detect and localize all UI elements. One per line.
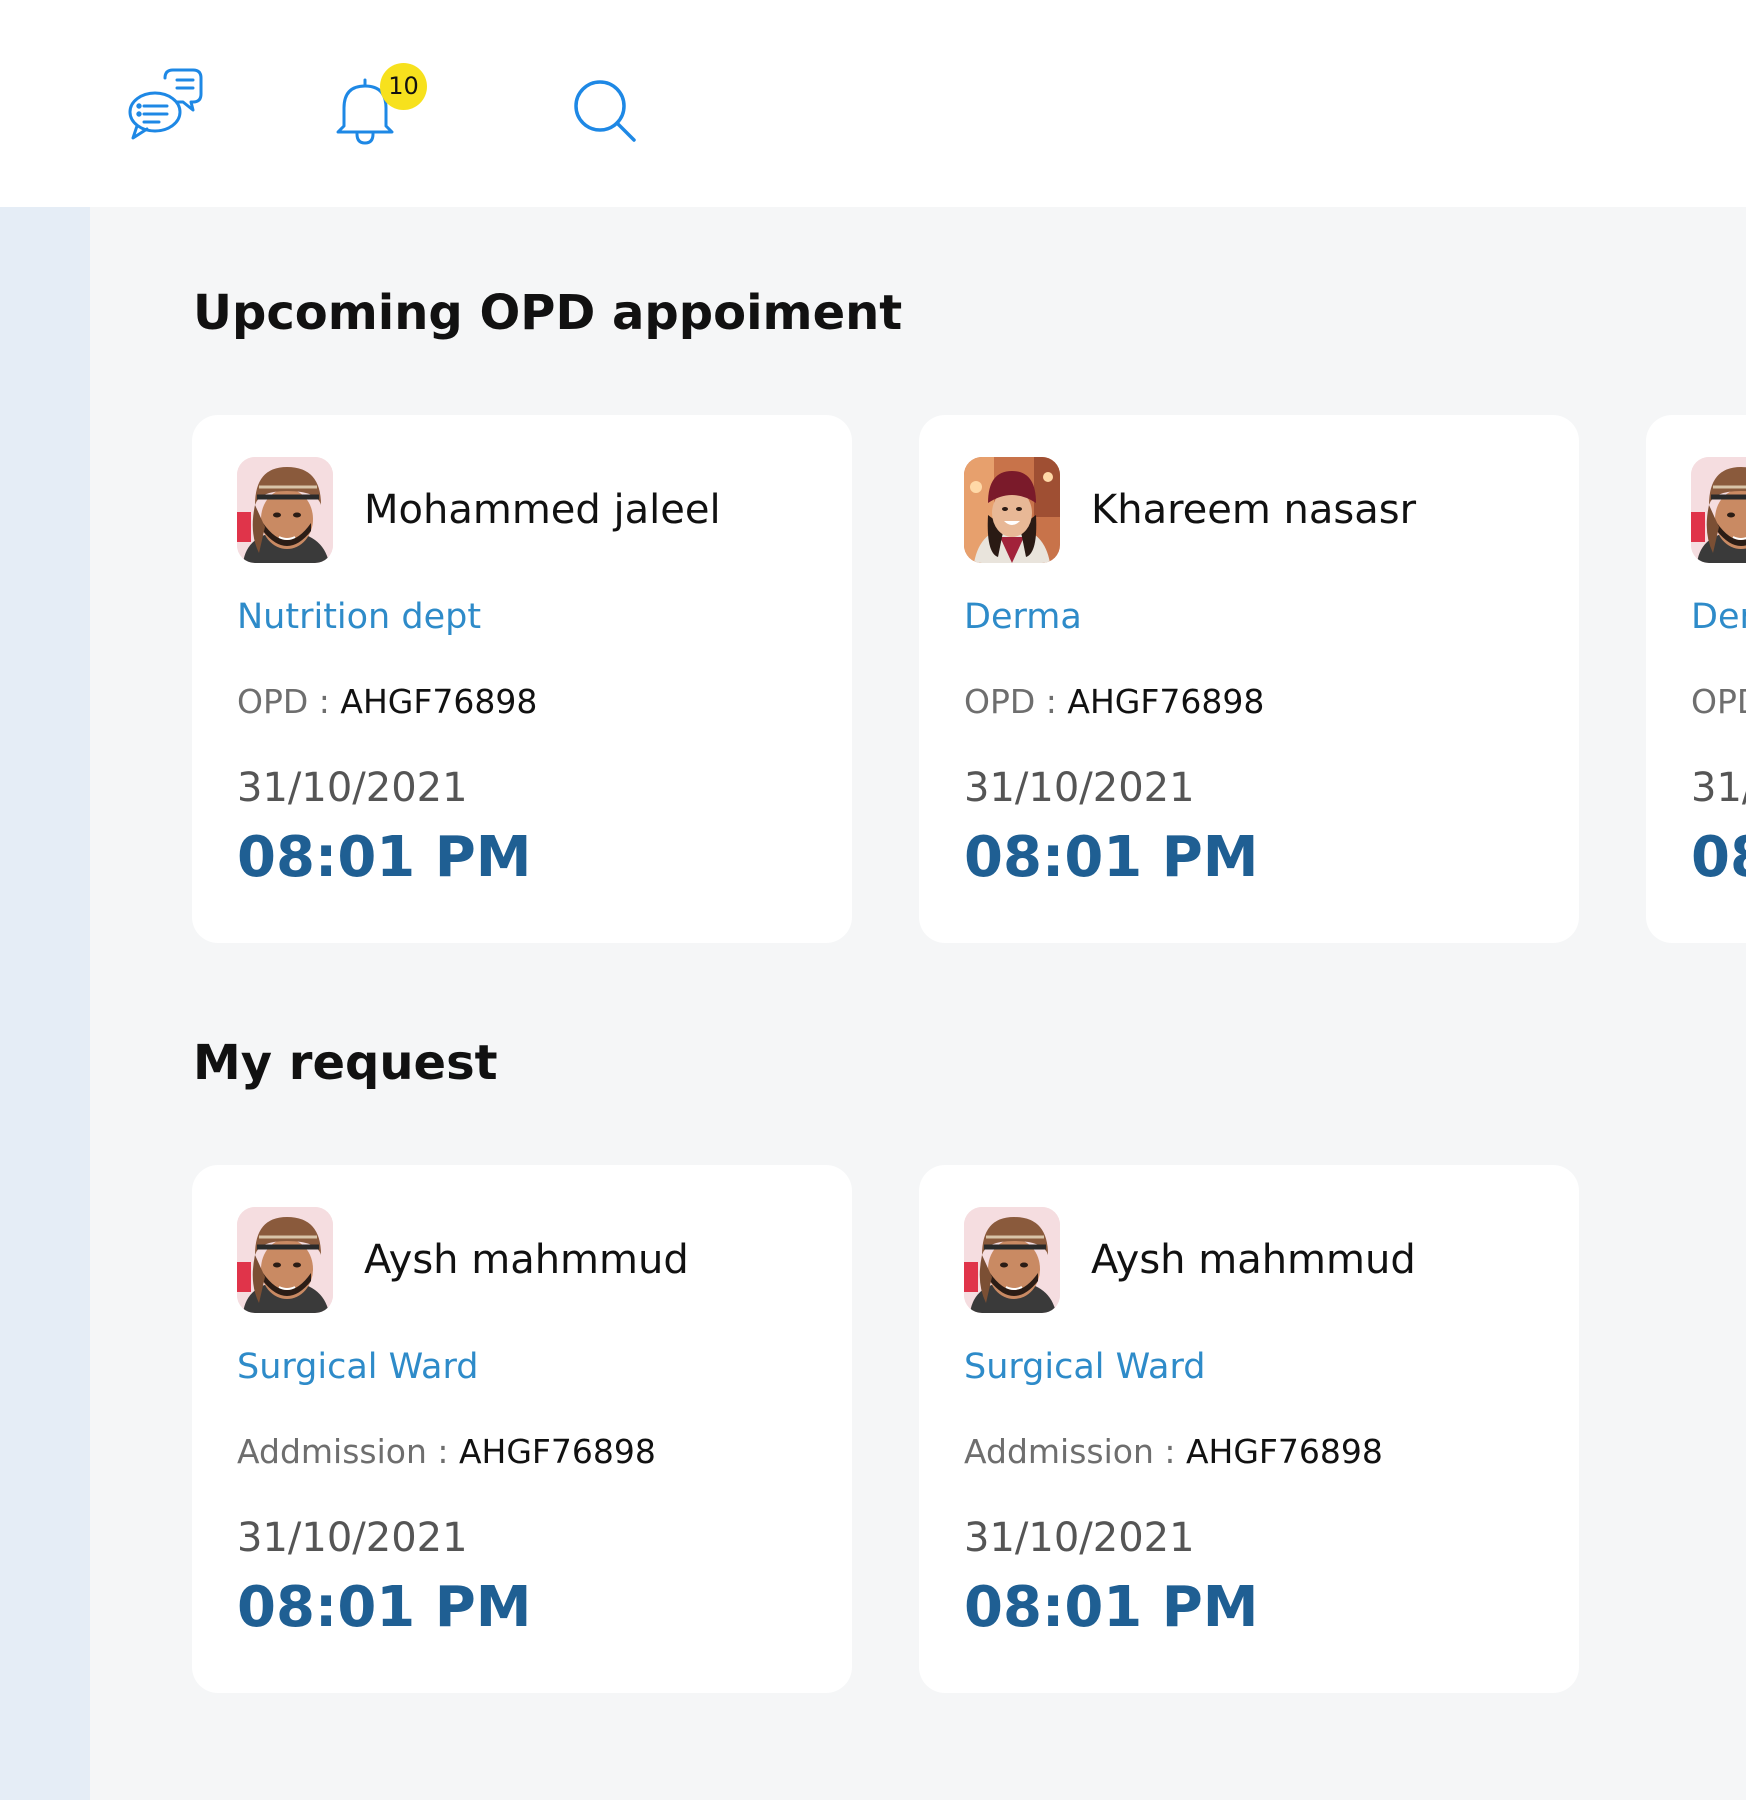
avatar	[964, 457, 1060, 563]
main-content: Upcoming OPD appoiment Mohammed jaleel N…	[90, 207, 1746, 1800]
department-label: Nutrition dept	[237, 597, 482, 637]
ward-label: Surgical Ward	[964, 1347, 1206, 1387]
appointment-card[interactable]: Den OPD 31/ 08	[1646, 415, 1746, 943]
avatar	[964, 1207, 1060, 1313]
avatar	[237, 1207, 333, 1313]
top-bar: 10	[0, 0, 1746, 207]
opd-value: AHGF76898	[1067, 682, 1265, 721]
admission-number: Addmission : AHGF76898	[237, 1432, 656, 1471]
opd-label: OPD	[1691, 682, 1746, 721]
patient-name: Mohammed jaleel	[364, 487, 721, 533]
department-label: Den	[1691, 597, 1746, 637]
opd-label: OPD :	[237, 682, 341, 721]
opd-number: OPD	[1691, 682, 1746, 721]
avatar	[1691, 457, 1746, 563]
request-card[interactable]: Aysh mahmmud Surgical Ward Addmission : …	[919, 1165, 1579, 1693]
request-date: 31/10/2021	[964, 1515, 1195, 1561]
patient-name: Aysh mahmmud	[1091, 1237, 1416, 1283]
request-time: 08:01 PM	[237, 1575, 532, 1640]
appointment-date: 31/10/2021	[964, 765, 1195, 811]
opd-value: AHGF76898	[340, 682, 538, 721]
chat-icon[interactable]	[127, 68, 203, 140]
appointment-time: 08	[1691, 825, 1746, 890]
request-card[interactable]: Aysh mahmmud Surgical Ward Addmission : …	[192, 1165, 852, 1693]
avatar	[237, 457, 333, 563]
appointment-time: 08:01 PM	[964, 825, 1259, 890]
appointment-date: 31/10/2021	[237, 765, 468, 811]
page: 10 Upcoming OPD appoiment Mohammed jalee…	[0, 0, 1746, 1800]
appointment-card[interactable]: Khareem nasasr Derma OPD : AHGF76898 31/…	[919, 415, 1579, 943]
admission-value: AHGF76898	[458, 1432, 656, 1471]
opd-number: OPD : AHGF76898	[237, 682, 537, 721]
appointment-time: 08:01 PM	[237, 825, 532, 890]
sidebar	[0, 207, 90, 1800]
patient-name: Khareem nasasr	[1091, 487, 1417, 533]
department-label: Derma	[964, 597, 1082, 637]
admission-label: Addmission :	[964, 1432, 1186, 1471]
request-time: 08:01 PM	[964, 1575, 1259, 1640]
notification-badge: 10	[380, 63, 427, 110]
request-date: 31/10/2021	[237, 1515, 468, 1561]
opd-label: OPD :	[964, 682, 1068, 721]
opd-number: OPD : AHGF76898	[964, 682, 1264, 721]
appointment-date: 31/	[1691, 765, 1746, 811]
appointment-card[interactable]: Mohammed jaleel Nutrition dept OPD : AHG…	[192, 415, 852, 943]
upcoming-section-title: Upcoming OPD appoiment	[193, 285, 903, 341]
admission-label: Addmission :	[237, 1432, 459, 1471]
admission-number: Addmission : AHGF76898	[964, 1432, 1383, 1471]
patient-name: Aysh mahmmud	[364, 1237, 689, 1283]
ward-label: Surgical Ward	[237, 1347, 479, 1387]
admission-value: AHGF76898	[1185, 1432, 1383, 1471]
search-icon[interactable]	[572, 78, 638, 144]
requests-section-title: My request	[193, 1035, 498, 1091]
